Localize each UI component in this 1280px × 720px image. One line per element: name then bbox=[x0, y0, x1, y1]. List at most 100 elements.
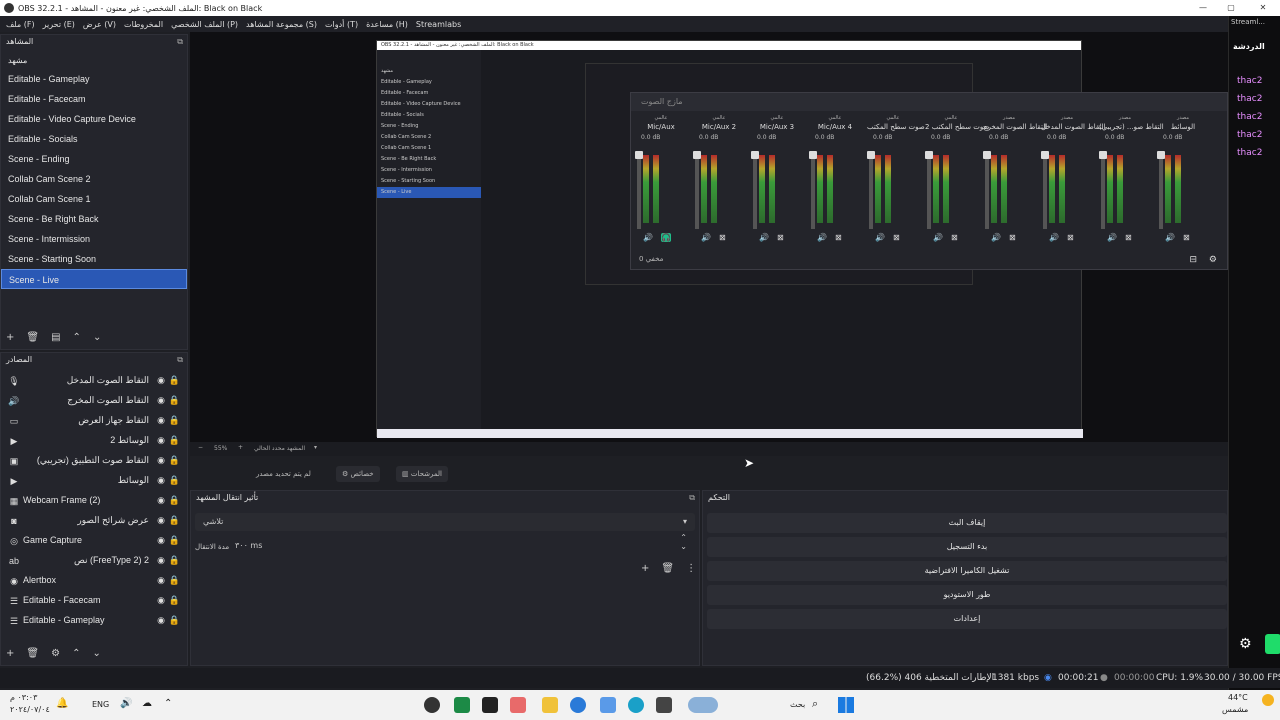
zoom-out-icon[interactable]: − bbox=[198, 444, 203, 451]
filters-button[interactable]: ▥ المرشحات bbox=[396, 466, 448, 482]
tray-chevron-icon[interactable]: ⌃ bbox=[164, 698, 172, 709]
channel-name[interactable]: Mic/Aux 4 bbox=[809, 123, 861, 131]
volume-fader[interactable] bbox=[985, 151, 989, 229]
duration-stepper[interactable]: ٣٠٠ ms ⌃ ⌄ bbox=[227, 533, 695, 555]
menu-item[interactable]: مساعدة (H) bbox=[366, 20, 408, 29]
source-settings-icon[interactable]: ⚙ bbox=[51, 648, 60, 659]
monitor-off-icon[interactable]: ⊠ bbox=[1183, 233, 1190, 242]
monitor-headphones-icon[interactable]: 🎧 bbox=[660, 233, 671, 242]
channel-name[interactable]: Mic/Aux 3 bbox=[751, 123, 803, 131]
volume-fader[interactable] bbox=[695, 151, 699, 229]
lock-icon[interactable]: 🔒 bbox=[169, 615, 180, 626]
scene-item[interactable]: Scene - Live bbox=[1, 269, 187, 289]
app-taskbar-icon[interactable] bbox=[600, 697, 616, 713]
volume-fader[interactable] bbox=[1101, 151, 1105, 229]
volume-fader[interactable] bbox=[811, 151, 815, 229]
visibility-eye-icon[interactable]: ◉ bbox=[157, 495, 165, 506]
remove-source-button[interactable]: 🗑 bbox=[26, 648, 39, 659]
volume-fader[interactable] bbox=[753, 151, 757, 229]
scene-item[interactable]: Scene - Ending bbox=[1, 149, 187, 169]
channel-name[interactable]: الوسائط bbox=[1157, 123, 1209, 131]
app-taskbar-icon[interactable] bbox=[510, 697, 526, 713]
zoom-in-icon[interactable]: + bbox=[238, 444, 243, 451]
volume-fader[interactable] bbox=[637, 151, 641, 229]
source-item[interactable]: ☰ Editable - Gameplay ◉ 🔒 bbox=[1, 611, 187, 631]
fader-handle[interactable] bbox=[693, 151, 701, 159]
properties-button[interactable]: ⚙ خصائص bbox=[336, 466, 380, 482]
minimize-button[interactable]: — bbox=[1190, 0, 1216, 16]
chat-tab[interactable]: Streaml... bbox=[1231, 18, 1265, 26]
add-source-button[interactable]: + bbox=[6, 648, 14, 659]
chat-send-button[interactable] bbox=[1265, 634, 1280, 654]
scene-item[interactable]: مشهد bbox=[1, 53, 187, 69]
lock-icon[interactable]: 🔒 bbox=[169, 455, 180, 466]
visibility-eye-icon[interactable]: ◉ bbox=[157, 395, 165, 406]
browser-taskbar-icon[interactable] bbox=[628, 697, 644, 713]
source-item[interactable]: ▶ الوسائط ◉ 🔒 bbox=[1, 471, 187, 491]
source-item[interactable]: ◎ Game Capture ◉ 🔒 bbox=[1, 531, 187, 551]
scene-dropdown-icon[interactable]: ▾ bbox=[314, 444, 317, 451]
lock-icon[interactable]: 🔒 bbox=[169, 515, 180, 526]
scene-item[interactable]: Collab Cam Scene 1 bbox=[1, 189, 187, 209]
widgets-icon[interactable] bbox=[688, 697, 718, 713]
channel-name[interactable]: التقاط صو... (تجريبي) bbox=[1099, 123, 1164, 131]
lock-icon[interactable]: 🔒 bbox=[169, 495, 180, 506]
visibility-eye-icon[interactable]: ◉ bbox=[157, 475, 165, 486]
channel-name[interactable]: صوت سطح المكتب bbox=[867, 123, 925, 131]
close-button[interactable]: ✕ bbox=[1250, 0, 1276, 16]
stepper-arrows-icon[interactable]: ⌃ ⌄ bbox=[680, 533, 687, 551]
monitor-off-icon[interactable]: ⊠ bbox=[835, 233, 842, 242]
fader-handle[interactable] bbox=[635, 151, 643, 159]
lock-icon[interactable]: 🔒 bbox=[169, 375, 180, 386]
notifications-icon[interactable]: 🔔 bbox=[56, 698, 68, 709]
lock-icon[interactable]: 🔒 bbox=[169, 535, 180, 546]
scene-item[interactable]: Editable - Socials bbox=[1, 129, 187, 149]
add-transition-button[interactable]: + bbox=[641, 563, 649, 574]
move-down-icon[interactable]: ⌄ bbox=[93, 332, 101, 343]
lock-icon[interactable]: 🔒 bbox=[169, 435, 180, 446]
add-scene-button[interactable]: + bbox=[6, 332, 14, 343]
obs-taskbar-icon[interactable] bbox=[424, 697, 440, 713]
mute-speaker-icon[interactable]: 🔊 bbox=[759, 233, 769, 242]
undock-icon[interactable]: ⧉ bbox=[177, 353, 183, 367]
app-taskbar-icon[interactable] bbox=[656, 697, 672, 713]
monitor-off-icon[interactable]: ⊠ bbox=[893, 233, 900, 242]
fader-handle[interactable] bbox=[983, 151, 991, 159]
mute-speaker-icon[interactable]: 🔊 bbox=[643, 233, 653, 242]
lock-icon[interactable]: 🔒 bbox=[169, 595, 180, 606]
fader-handle[interactable] bbox=[751, 151, 759, 159]
mute-speaker-icon[interactable]: 🔊 bbox=[1049, 233, 1059, 242]
scene-item[interactable]: Editable - Gameplay bbox=[1, 69, 187, 89]
volume-fader[interactable] bbox=[927, 151, 931, 229]
remove-scene-button[interactable]: 🗑 bbox=[26, 332, 39, 343]
visibility-eye-icon[interactable]: ◉ bbox=[157, 515, 165, 526]
visibility-eye-icon[interactable]: ◉ bbox=[157, 535, 165, 546]
lock-icon[interactable]: 🔒 bbox=[169, 575, 180, 586]
control-button[interactable]: طور الاستوديو bbox=[707, 585, 1227, 605]
source-item[interactable]: ▶ الوسائط 2 ◉ 🔒 bbox=[1, 431, 187, 451]
menu-item[interactable]: Streamlabs bbox=[416, 20, 461, 29]
visibility-eye-icon[interactable]: ◉ bbox=[157, 615, 165, 626]
undock-icon[interactable]: ⧉ bbox=[689, 491, 695, 505]
scene-item[interactable]: Scene - Be Right Back bbox=[1, 209, 187, 229]
monitor-off-icon[interactable]: ⊠ bbox=[1067, 233, 1074, 242]
scene-filters-button[interactable]: ▤ bbox=[51, 332, 60, 343]
preview-canvas[interactable]: OBS 32.2.1 - الملف الشخصي: غير معنون - ا… bbox=[190, 32, 1228, 442]
volume-fader[interactable] bbox=[1159, 151, 1163, 229]
start-windows-icon[interactable] bbox=[838, 697, 854, 713]
monitor-off-icon[interactable]: ⊠ bbox=[719, 233, 726, 242]
source-item[interactable]: 🎙 التقاط الصوت المدخل ◉ 🔒 bbox=[1, 371, 187, 391]
volume-fader[interactable] bbox=[869, 151, 873, 229]
taskbar-search-label[interactable]: بحث bbox=[790, 700, 805, 709]
volume-fader[interactable] bbox=[1043, 151, 1047, 229]
source-item[interactable]: ◙ عرض شرائح الصور ◉ 🔒 bbox=[1, 511, 187, 531]
channel-name[interactable]: صوت سطح المكتب 2 bbox=[925, 123, 989, 131]
monitor-off-icon[interactable]: ⊠ bbox=[1009, 233, 1016, 242]
menu-item[interactable]: تحرير (E) bbox=[43, 20, 75, 29]
channel-name[interactable]: التقاط الصوت المخرج bbox=[983, 123, 1047, 131]
source-item[interactable]: ▦ Webcam Frame (2) ◉ 🔒 bbox=[1, 491, 187, 511]
volume-icon[interactable]: 🔊 bbox=[120, 698, 132, 709]
menu-item[interactable]: أدوات (T) bbox=[325, 20, 358, 29]
mute-speaker-icon[interactable]: 🔊 bbox=[991, 233, 1001, 242]
control-button[interactable]: تشغيل الكاميرا الافتراضية bbox=[707, 561, 1227, 581]
